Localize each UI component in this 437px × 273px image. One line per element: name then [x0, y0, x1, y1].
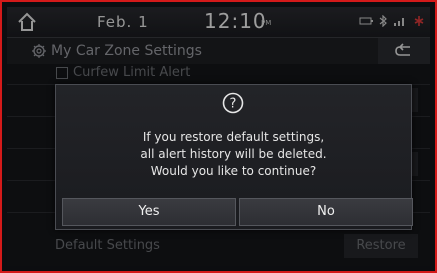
dialog-message-line3: Would you like to continue?	[150, 164, 317, 178]
dialog-message-line2: all alert history will be deleted.	[140, 147, 327, 161]
dialog-message-line1: If you restore default settings,	[142, 130, 325, 144]
confirm-dialog: ? If you restore default settings, all a…	[55, 84, 413, 230]
screenshot-frame: Feb. 1 12:10 PM My Car Zone Settings Cur…	[0, 0, 437, 273]
question-icon: ?	[222, 92, 244, 114]
yes-button[interactable]: Yes	[62, 198, 236, 226]
no-button[interactable]: No	[239, 198, 413, 226]
svg-text:?: ?	[230, 97, 237, 112]
dialog-message: If you restore default settings, all ale…	[56, 129, 411, 180]
head-unit-screen: Feb. 1 12:10 PM My Car Zone Settings Cur…	[7, 7, 430, 266]
